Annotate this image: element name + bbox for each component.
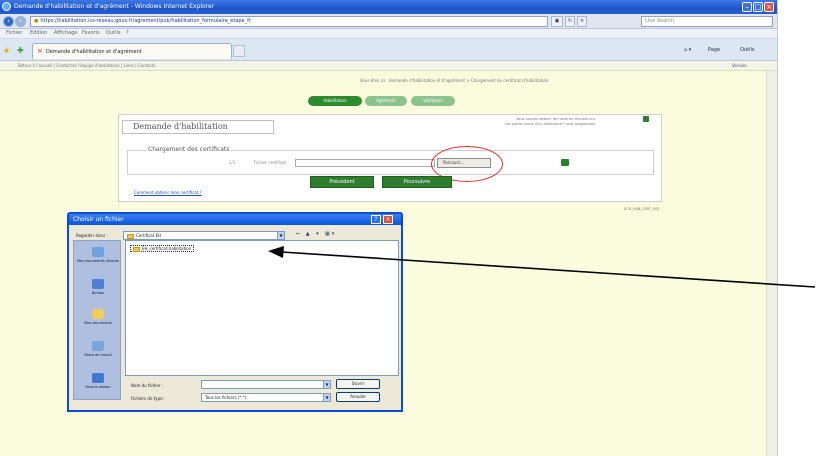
annotation-arrow-head [268,246,284,258]
annotation-arrow-line [281,251,816,288]
annotation-arrow [268,246,816,288]
